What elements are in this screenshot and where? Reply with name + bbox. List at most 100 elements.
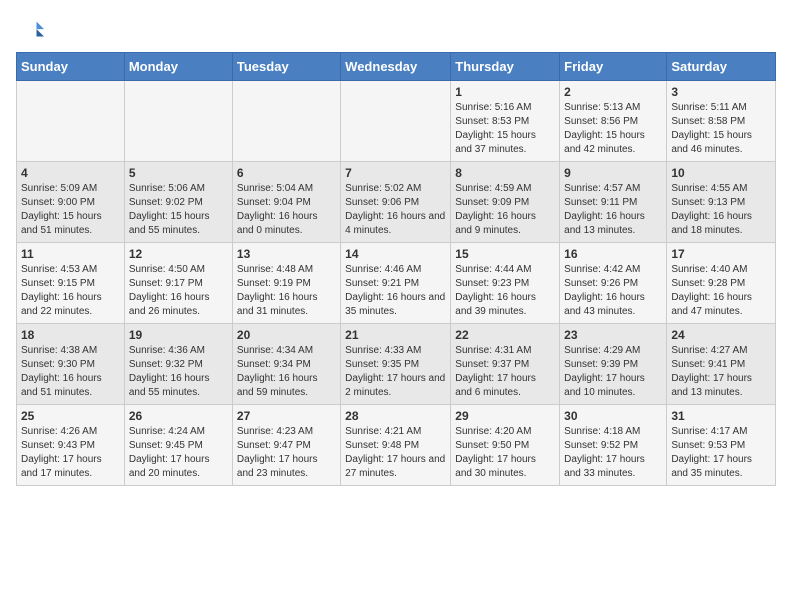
col-header-thursday: Thursday <box>451 53 560 81</box>
day-number: 1 <box>455 85 555 99</box>
calendar-cell: 27 Sunrise: 4:23 AM Sunset: 9:47 PM Dayli… <box>232 405 340 486</box>
col-header-wednesday: Wednesday <box>341 53 451 81</box>
day-info: Sunrise: 4:20 AM Sunset: 9:50 PM Dayligh… <box>455 425 555 481</box>
calendar-cell: 13Sunrise: 4:48 AM Sunset: 9:19 PM Dayli… <box>232 243 340 324</box>
day-number: 9 <box>564 166 662 180</box>
day-info: Sunrise: 4:26 AM Sunset: 9:43 PM Dayligh… <box>21 425 120 481</box>
calendar-cell: 3Sunrise: 5:11 AM Sunset: 8:58 PM Daylig… <box>667 81 776 162</box>
day-number: 28 <box>345 409 446 423</box>
calendar-cell: 4Sunrise: 5:09 AM Sunset: 9:00 PM Daylig… <box>17 162 125 243</box>
day-number: 2 <box>564 85 662 99</box>
calendar-cell: 15 Sunrise: 4:44 AM Sunset: 9:23 PM Dayli… <box>451 243 560 324</box>
col-header-monday: Monday <box>124 53 232 81</box>
day-info: Sunrise: 4:40 AM Sunset: 9:28 PM Dayligh… <box>671 263 771 319</box>
day-info: Sunrise: 4:17 AM Sunset: 9:53 PM Dayligh… <box>671 425 771 481</box>
day-number: 15 <box>455 247 555 261</box>
day-info: Sunrise: 4:53 AM Sunset: 9:15 PM Dayligh… <box>21 263 120 319</box>
day-info: Sunrise: 5:13 AM Sunset: 8:56 PM Dayligh… <box>564 101 662 157</box>
calendar-cell <box>232 81 340 162</box>
calendar-cell: 1 Sunrise: 5:16 AM Sunset: 8:53 PM Daylig… <box>451 81 560 162</box>
calendar-cell: 22Sunrise: 4:31 AM Sunset: 9:37 PM Dayli… <box>451 324 560 405</box>
day-number: 24 <box>671 328 771 342</box>
day-info: Sunrise: 4:27 AM Sunset: 9:41 PM Dayligh… <box>671 344 771 400</box>
day-number: 6 <box>237 166 336 180</box>
calendar-cell: 6 Sunrise: 5:04 AM Sunset: 9:04 PM Daylig… <box>232 162 340 243</box>
calendar-week-row: 18 Sunrise: 4:38 AM Sunset: 9:30 PM Dayli… <box>17 324 776 405</box>
day-number: 13 <box>237 247 336 261</box>
calendar-cell: 7 Sunrise: 5:02 AM Sunset: 9:06 PM Daylig… <box>341 162 451 243</box>
day-number: 17 <box>671 247 771 261</box>
day-number: 20 <box>237 328 336 342</box>
logo <box>16 16 46 44</box>
day-info: Sunrise: 4:23 AM Sunset: 9:47 PM Dayligh… <box>237 425 336 481</box>
day-info: Sunrise: 4:36 AM Sunset: 9:32 PM Dayligh… <box>129 344 228 400</box>
day-info: Sunrise: 4:24 AM Sunset: 9:45 PM Dayligh… <box>129 425 228 481</box>
day-info: Sunrise: 4:29 AM Sunset: 9:39 PM Dayligh… <box>564 344 662 400</box>
day-info: Sunrise: 5:11 AM Sunset: 8:58 PM Dayligh… <box>671 101 771 157</box>
day-number: 30 <box>564 409 662 423</box>
day-info: Sunrise: 5:06 AM Sunset: 9:02 PM Dayligh… <box>129 182 228 238</box>
calendar-week-row: 4Sunrise: 5:09 AM Sunset: 9:00 PM Daylig… <box>17 162 776 243</box>
calendar-cell: 10 Sunrise: 4:55 AM Sunset: 9:13 PM Dayli… <box>667 162 776 243</box>
col-header-saturday: Saturday <box>667 53 776 81</box>
calendar-cell: 8 Sunrise: 4:59 AM Sunset: 9:09 PM Daylig… <box>451 162 560 243</box>
day-info: Sunrise: 4:46 AM Sunset: 9:21 PM Dayligh… <box>345 263 446 319</box>
day-number: 7 <box>345 166 446 180</box>
calendar-cell: 9 Sunrise: 4:57 AM Sunset: 9:11 PM Daylig… <box>560 162 667 243</box>
calendar-cell: 17 Sunrise: 4:40 AM Sunset: 9:28 PM Dayli… <box>667 243 776 324</box>
day-info: Sunrise: 4:44 AM Sunset: 9:23 PM Dayligh… <box>455 263 555 319</box>
calendar-cell: 28Sunrise: 4:21 AM Sunset: 9:48 PM Dayli… <box>341 405 451 486</box>
calendar-week-row: 1 Sunrise: 5:16 AM Sunset: 8:53 PM Daylig… <box>17 81 776 162</box>
day-info: Sunrise: 4:38 AM Sunset: 9:30 PM Dayligh… <box>21 344 120 400</box>
day-info: Sunrise: 4:57 AM Sunset: 9:11 PM Dayligh… <box>564 182 662 238</box>
day-number: 25 <box>21 409 120 423</box>
calendar-week-row: 25 Sunrise: 4:26 AM Sunset: 9:43 PM Dayli… <box>17 405 776 486</box>
calendar-cell: 25 Sunrise: 4:26 AM Sunset: 9:43 PM Dayli… <box>17 405 125 486</box>
day-number: 11 <box>21 247 120 261</box>
day-number: 12 <box>129 247 228 261</box>
calendar-table: SundayMondayTuesdayWednesdayThursdayFrid… <box>16 52 776 486</box>
day-number: 10 <box>671 166 771 180</box>
calendar-cell: 5 Sunrise: 5:06 AM Sunset: 9:02 PM Daylig… <box>124 162 232 243</box>
day-info: Sunrise: 4:55 AM Sunset: 9:13 PM Dayligh… <box>671 182 771 238</box>
day-info: Sunrise: 4:18 AM Sunset: 9:52 PM Dayligh… <box>564 425 662 481</box>
day-info: Sunrise: 5:02 AM Sunset: 9:06 PM Dayligh… <box>345 182 446 238</box>
day-info: Sunrise: 5:04 AM Sunset: 9:04 PM Dayligh… <box>237 182 336 238</box>
calendar-cell <box>17 81 125 162</box>
day-info: Sunrise: 4:59 AM Sunset: 9:09 PM Dayligh… <box>455 182 555 238</box>
col-header-friday: Friday <box>560 53 667 81</box>
calendar-week-row: 11 Sunrise: 4:53 AM Sunset: 9:15 PM Dayli… <box>17 243 776 324</box>
calendar-cell: 24 Sunrise: 4:27 AM Sunset: 9:41 PM Dayli… <box>667 324 776 405</box>
day-number: 21 <box>345 328 446 342</box>
day-info: Sunrise: 4:34 AM Sunset: 9:34 PM Dayligh… <box>237 344 336 400</box>
day-number: 23 <box>564 328 662 342</box>
day-info: Sunrise: 5:16 AM Sunset: 8:53 PM Dayligh… <box>455 101 555 157</box>
page-header <box>16 16 776 44</box>
calendar-cell: 14 Sunrise: 4:46 AM Sunset: 9:21 PM Dayli… <box>341 243 451 324</box>
calendar-cell: 16 Sunrise: 4:42 AM Sunset: 9:26 PM Dayli… <box>560 243 667 324</box>
calendar-cell: 11 Sunrise: 4:53 AM Sunset: 9:15 PM Dayli… <box>17 243 125 324</box>
day-number: 18 <box>21 328 120 342</box>
day-info: Sunrise: 4:50 AM Sunset: 9:17 PM Dayligh… <box>129 263 228 319</box>
calendar-cell <box>341 81 451 162</box>
day-number: 16 <box>564 247 662 261</box>
col-header-sunday: Sunday <box>17 53 125 81</box>
day-info: Sunrise: 4:42 AM Sunset: 9:26 PM Dayligh… <box>564 263 662 319</box>
calendar-cell: 30 Sunrise: 4:18 AM Sunset: 9:52 PM Dayli… <box>560 405 667 486</box>
day-number: 27 <box>237 409 336 423</box>
day-number: 5 <box>129 166 228 180</box>
calendar-cell: 19Sunrise: 4:36 AM Sunset: 9:32 PM Dayli… <box>124 324 232 405</box>
day-info: Sunrise: 4:31 AM Sunset: 9:37 PM Dayligh… <box>455 344 555 400</box>
day-number: 14 <box>345 247 446 261</box>
day-info: Sunrise: 5:09 AM Sunset: 9:00 PM Dayligh… <box>21 182 120 238</box>
day-number: 26 <box>129 409 228 423</box>
calendar-cell: 26 Sunrise: 4:24 AM Sunset: 9:45 PM Dayli… <box>124 405 232 486</box>
day-number: 8 <box>455 166 555 180</box>
calendar-cell: 18 Sunrise: 4:38 AM Sunset: 9:30 PM Dayli… <box>17 324 125 405</box>
day-info: Sunrise: 4:33 AM Sunset: 9:35 PM Dayligh… <box>345 344 446 400</box>
day-number: 29 <box>455 409 555 423</box>
calendar-cell: 31 Sunrise: 4:17 AM Sunset: 9:53 PM Dayli… <box>667 405 776 486</box>
day-number: 31 <box>671 409 771 423</box>
calendar-cell: 23 Sunrise: 4:29 AM Sunset: 9:39 PM Dayli… <box>560 324 667 405</box>
logo-icon <box>16 16 44 44</box>
